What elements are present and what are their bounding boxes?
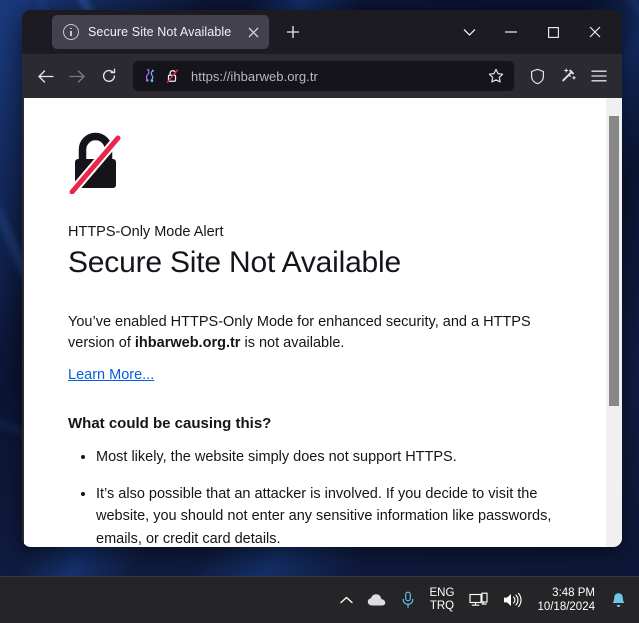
taskbar: ENG TRQ 3:48 PM 10/18/2024 — [0, 576, 639, 623]
browser-tab-secure-site-not-available[interactable]: Secure Site Not Available — [52, 15, 269, 49]
window-controls — [448, 10, 616, 54]
navigation-toolbar: https://ihbarweb.org.tr — [22, 54, 622, 98]
tab-close-icon[interactable] — [243, 22, 263, 42]
star-icon[interactable] — [484, 64, 508, 88]
microphone-icon[interactable] — [394, 580, 422, 620]
language-indicator[interactable]: ENG TRQ — [422, 587, 463, 613]
scrollbar-thumb[interactable] — [609, 116, 619, 406]
page-description: You’ve enabled HTTPS-Only Mode for enhan… — [68, 312, 538, 354]
speaker-icon[interactable] — [496, 580, 530, 620]
list-item: It’s also possible that an attacker is i… — [96, 483, 560, 547]
close-window-button[interactable] — [574, 10, 616, 54]
list-item: Most likely, the website simply does not… — [96, 446, 560, 469]
bell-icon[interactable] — [604, 580, 633, 620]
clock[interactable]: 3:48 PM 10/18/2024 — [530, 586, 604, 615]
shield-icon[interactable] — [522, 61, 552, 91]
url-text[interactable]: https://ihbarweb.org.tr — [191, 69, 484, 84]
language-primary: ENG — [429, 586, 455, 599]
learn-more-link[interactable]: Learn More... — [68, 367, 154, 383]
magic-wand-icon[interactable] — [553, 61, 583, 91]
content-area: HTTPS-Only Mode Alert Secure Site Not Av… — [22, 98, 622, 547]
tab-title: Secure Site Not Available — [88, 25, 232, 39]
padlock-slashed-icon — [67, 132, 124, 197]
description-domain: ihbarweb.org.tr — [134, 335, 241, 352]
cloud-icon[interactable] — [360, 580, 394, 620]
https-only-error-page: HTTPS-Only Mode Alert Secure Site Not Av… — [24, 98, 622, 547]
list-all-tabs-button[interactable] — [448, 10, 490, 54]
causes-list: Most likely, the website simply does not… — [68, 446, 560, 547]
description-post: is not available. — [240, 335, 345, 352]
clock-time: 3:48 PM — [552, 586, 595, 599]
clock-date: 10/18/2024 — [537, 601, 595, 613]
page-scrollbar[interactable] — [606, 98, 622, 547]
page-kicker: HTTPS-Only Mode Alert — [68, 224, 224, 240]
url-bar[interactable]: https://ihbarweb.org.tr — [133, 61, 514, 91]
hamburger-menu-icon[interactable] — [584, 61, 614, 91]
tab-strip: Secure Site Not Available — [22, 10, 622, 54]
minimize-button[interactable] — [490, 10, 532, 54]
container-tabs-icon[interactable] — [141, 67, 160, 86]
forward-button[interactable] — [62, 61, 92, 91]
reload-button[interactable] — [94, 61, 124, 91]
back-button[interactable] — [30, 61, 60, 91]
causes-heading: What could be causing this? — [68, 415, 272, 433]
network-icon[interactable] — [462, 580, 496, 620]
info-circle-icon — [63, 24, 79, 40]
new-tab-button[interactable] — [278, 17, 308, 47]
page-title: Secure Site Not Available — [68, 246, 401, 279]
browser-window: Secure Site Not Available https://ihbarw… — [22, 10, 622, 547]
maximize-button[interactable] — [532, 10, 574, 54]
language-secondary: TRQ — [429, 600, 455, 612]
unlocked-padlock-slashed-icon[interactable] — [163, 67, 182, 86]
show-hidden-icons-chevron-icon[interactable] — [333, 580, 360, 620]
